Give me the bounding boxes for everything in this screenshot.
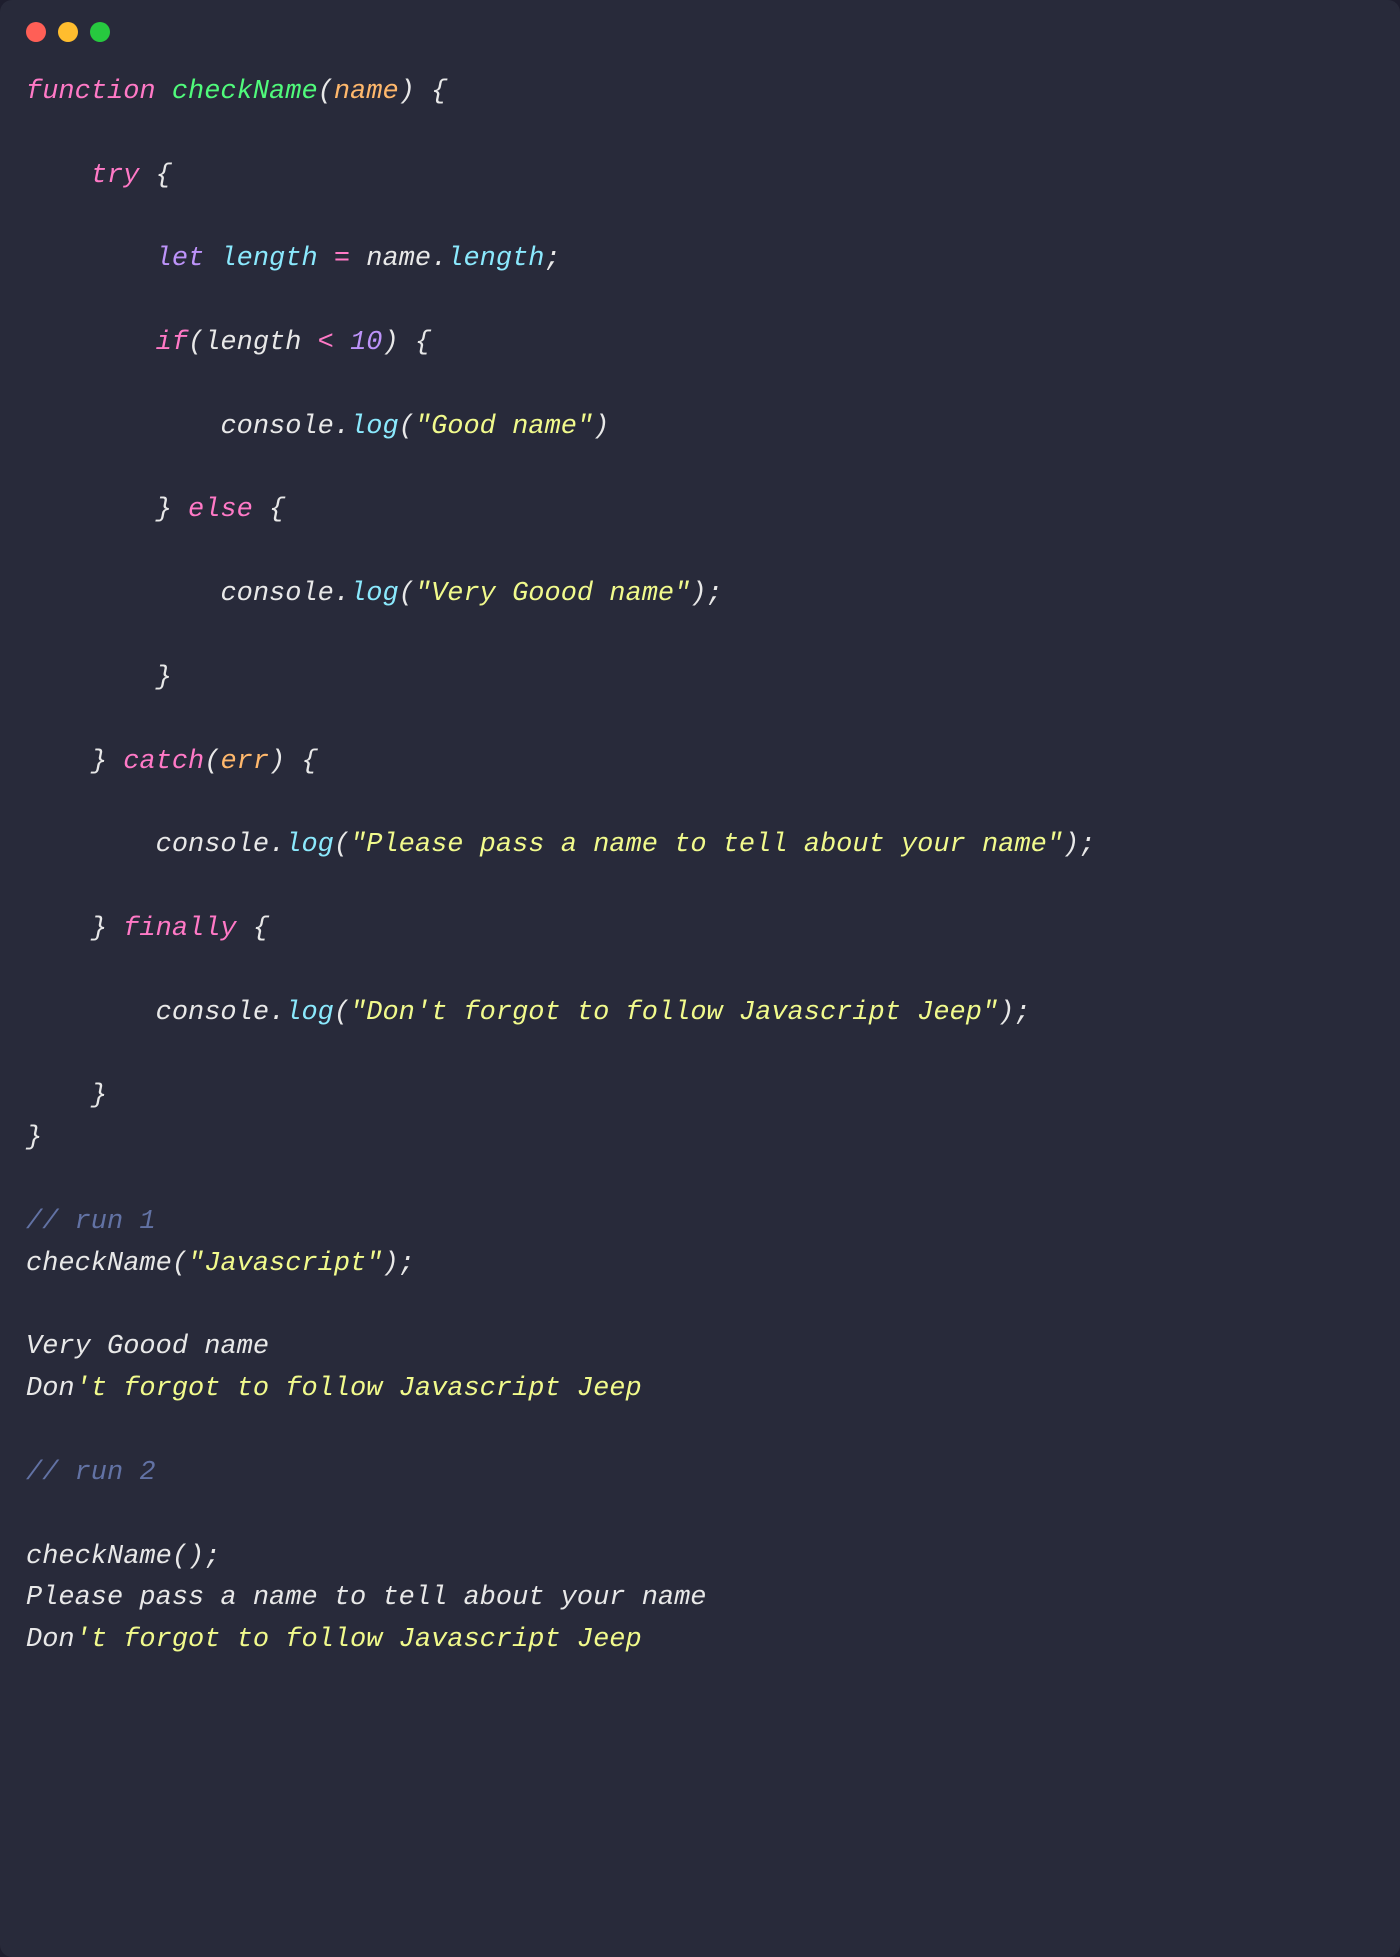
code-line: function checkName(name) { [26, 77, 447, 107]
maximize-icon[interactable] [90, 22, 110, 42]
output-line: Don't forgot to follow Javascript Jeep [26, 1374, 642, 1404]
output-line: Very Goood name [26, 1332, 269, 1362]
code-line: checkName("Javascript"); [26, 1249, 415, 1279]
code-line: console.log("Very Goood name"); [26, 579, 723, 609]
comment-line: // run 1 [26, 1207, 156, 1237]
output-line: Please pass a name to tell about your na… [26, 1583, 707, 1613]
code-line: console.log("Don't forgot to follow Java… [26, 998, 1031, 1028]
code-line: console.log("Good name") [26, 412, 609, 442]
output-line: Don't forgot to follow Javascript Jeep [26, 1625, 642, 1655]
code-line: } catch(err) { [26, 747, 318, 777]
code-line: } [26, 1123, 42, 1153]
code-block: function checkName(name) { try { let len… [0, 52, 1400, 1688]
window-titlebar [0, 0, 1400, 52]
code-line: try { [26, 161, 172, 191]
code-line: } [26, 1081, 107, 1111]
code-line: console.log("Please pass a name to tell … [26, 830, 1095, 860]
code-window: function checkName(name) { try { let len… [0, 0, 1400, 1957]
code-line: } else { [26, 495, 285, 525]
code-line: } [26, 663, 172, 693]
close-icon[interactable] [26, 22, 46, 42]
code-line: } finally { [26, 914, 269, 944]
code-line: if(length < 10) { [26, 328, 431, 358]
code-line: checkName(); [26, 1542, 220, 1572]
code-line: let length = name.length; [26, 244, 561, 274]
minimize-icon[interactable] [58, 22, 78, 42]
comment-line: // run 2 [26, 1458, 156, 1488]
